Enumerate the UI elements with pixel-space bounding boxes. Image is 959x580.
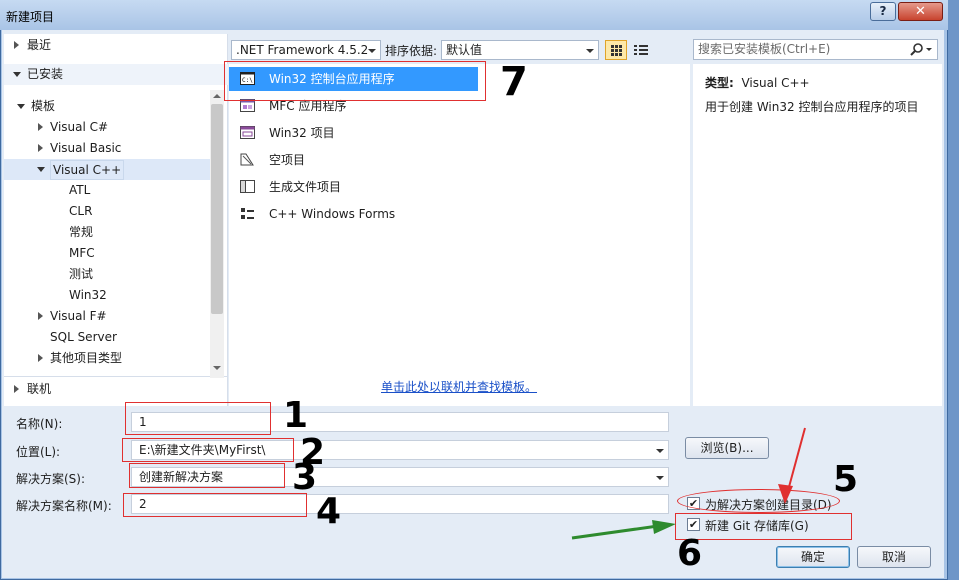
annotation-box-name xyxy=(125,402,271,435)
online-templates-link[interactable]: 单击此处以联机并查找模板。 xyxy=(381,378,537,395)
red-arrowhead-icon xyxy=(778,484,793,504)
template-item-windows-forms[interactable]: C++ Windows Forms xyxy=(229,202,690,226)
cancel-button[interactable]: 取消 xyxy=(857,546,931,568)
tree-item-atl[interactable]: ATL xyxy=(69,180,90,201)
annotation-box-template xyxy=(224,61,486,101)
collapse-arrow-icon[interactable] xyxy=(17,104,25,109)
solution-label: 解决方案(S): xyxy=(16,472,86,486)
annotation-arrows xyxy=(571,427,806,540)
tree-item-clr[interactable]: CLR xyxy=(69,201,92,222)
expand-arrow-icon[interactable] xyxy=(14,41,19,49)
tree-item-recent[interactable]: 最近 xyxy=(4,35,228,56)
annotation-box-location xyxy=(122,438,294,462)
tree-item-visual-cpp[interactable]: Visual C++ xyxy=(4,159,210,180)
close-button[interactable]: ✕ xyxy=(898,2,943,21)
tree-item-general[interactable]: 常规 xyxy=(69,222,93,243)
template-item-win32-project[interactable]: Win32 项目 xyxy=(229,121,690,145)
location-label: 位置(L): xyxy=(16,445,61,459)
tree-scrollbar-thumb[interactable] xyxy=(211,104,223,314)
collapse-arrow-icon[interactable] xyxy=(13,72,21,77)
sort-dropdown[interactable]: 默认值 xyxy=(441,40,599,60)
search-icon[interactable] xyxy=(910,42,934,57)
framework-dropdown[interactable]: .NET Framework 4.5.2 xyxy=(231,40,381,60)
tree-item-visual-csharp[interactable]: Visual C# xyxy=(4,117,210,138)
makefile-project-icon xyxy=(240,180,255,193)
grid-view-button[interactable] xyxy=(605,40,627,60)
solution-name-label: 解决方案名称(M): xyxy=(16,499,112,513)
title-bar[interactable] xyxy=(0,0,948,30)
template-type: 类型: Visual C++ xyxy=(705,76,810,90)
annotation-number-3: 3 xyxy=(292,457,318,498)
annotation-number-5: 5 xyxy=(833,459,859,500)
template-item-makefile-project[interactable]: 生成文件项目 xyxy=(229,175,690,199)
expand-arrow-icon[interactable] xyxy=(38,354,43,362)
windows-forms-icon xyxy=(241,208,254,219)
tree-item-test[interactable]: 测试 xyxy=(69,264,93,285)
sort-label: 排序依据: xyxy=(385,44,438,58)
list-view-button[interactable] xyxy=(630,40,652,60)
collapse-arrow-icon[interactable] xyxy=(37,167,45,172)
tree-item-win32[interactable]: Win32 xyxy=(69,285,107,306)
tree-item-online[interactable]: 联机 xyxy=(4,379,228,400)
template-info-panel xyxy=(693,64,942,406)
tree-item-sql-server[interactable]: SQL Server xyxy=(50,327,117,348)
green-arrowhead-icon xyxy=(652,520,676,534)
tree-item-other-project-types[interactable]: 其他项目类型 xyxy=(4,348,210,369)
tree-divider xyxy=(4,376,228,377)
template-item-empty-project[interactable]: 空项目 xyxy=(229,148,690,172)
win32-project-icon xyxy=(240,126,255,139)
template-search-input[interactable]: 搜索已安装模板(Ctrl+E) xyxy=(693,39,938,60)
tree-item-mfc[interactable]: MFC xyxy=(69,243,95,264)
tree-item-visual-basic[interactable]: Visual Basic xyxy=(4,138,210,159)
expand-arrow-icon[interactable] xyxy=(38,312,43,320)
expand-arrow-icon[interactable] xyxy=(14,385,19,393)
scroll-down-icon[interactable] xyxy=(213,366,221,370)
green-arrow-icon xyxy=(571,524,659,540)
chevron-down-icon xyxy=(368,49,376,53)
annotation-number-4: 4 xyxy=(316,491,342,532)
name-label: 名称(N): xyxy=(16,417,63,431)
chevron-down-icon xyxy=(586,49,594,53)
template-description: 用于创建 Win32 控制台应用程序的项目 xyxy=(705,100,919,114)
window-title: 新建项目 xyxy=(6,10,55,24)
grid-view-icon xyxy=(611,45,622,56)
tree-item-templates[interactable]: 模板 xyxy=(4,96,210,117)
scroll-up-icon[interactable] xyxy=(213,94,221,98)
annotation-number-1: 1 xyxy=(283,395,309,436)
tree-item-visual-fsharp[interactable]: Visual F# xyxy=(4,306,210,327)
annotation-box-solution xyxy=(129,463,285,488)
expand-arrow-icon[interactable] xyxy=(38,144,43,152)
help-button[interactable]: ? xyxy=(870,2,896,21)
list-view-icon xyxy=(634,45,648,55)
expand-arrow-icon[interactable] xyxy=(38,123,43,131)
empty-project-icon xyxy=(240,153,254,166)
tree-item-installed[interactable]: 已安装 xyxy=(4,64,228,85)
annotation-number-7: 7 xyxy=(500,59,528,105)
annotation-box-solution-name xyxy=(123,493,307,517)
